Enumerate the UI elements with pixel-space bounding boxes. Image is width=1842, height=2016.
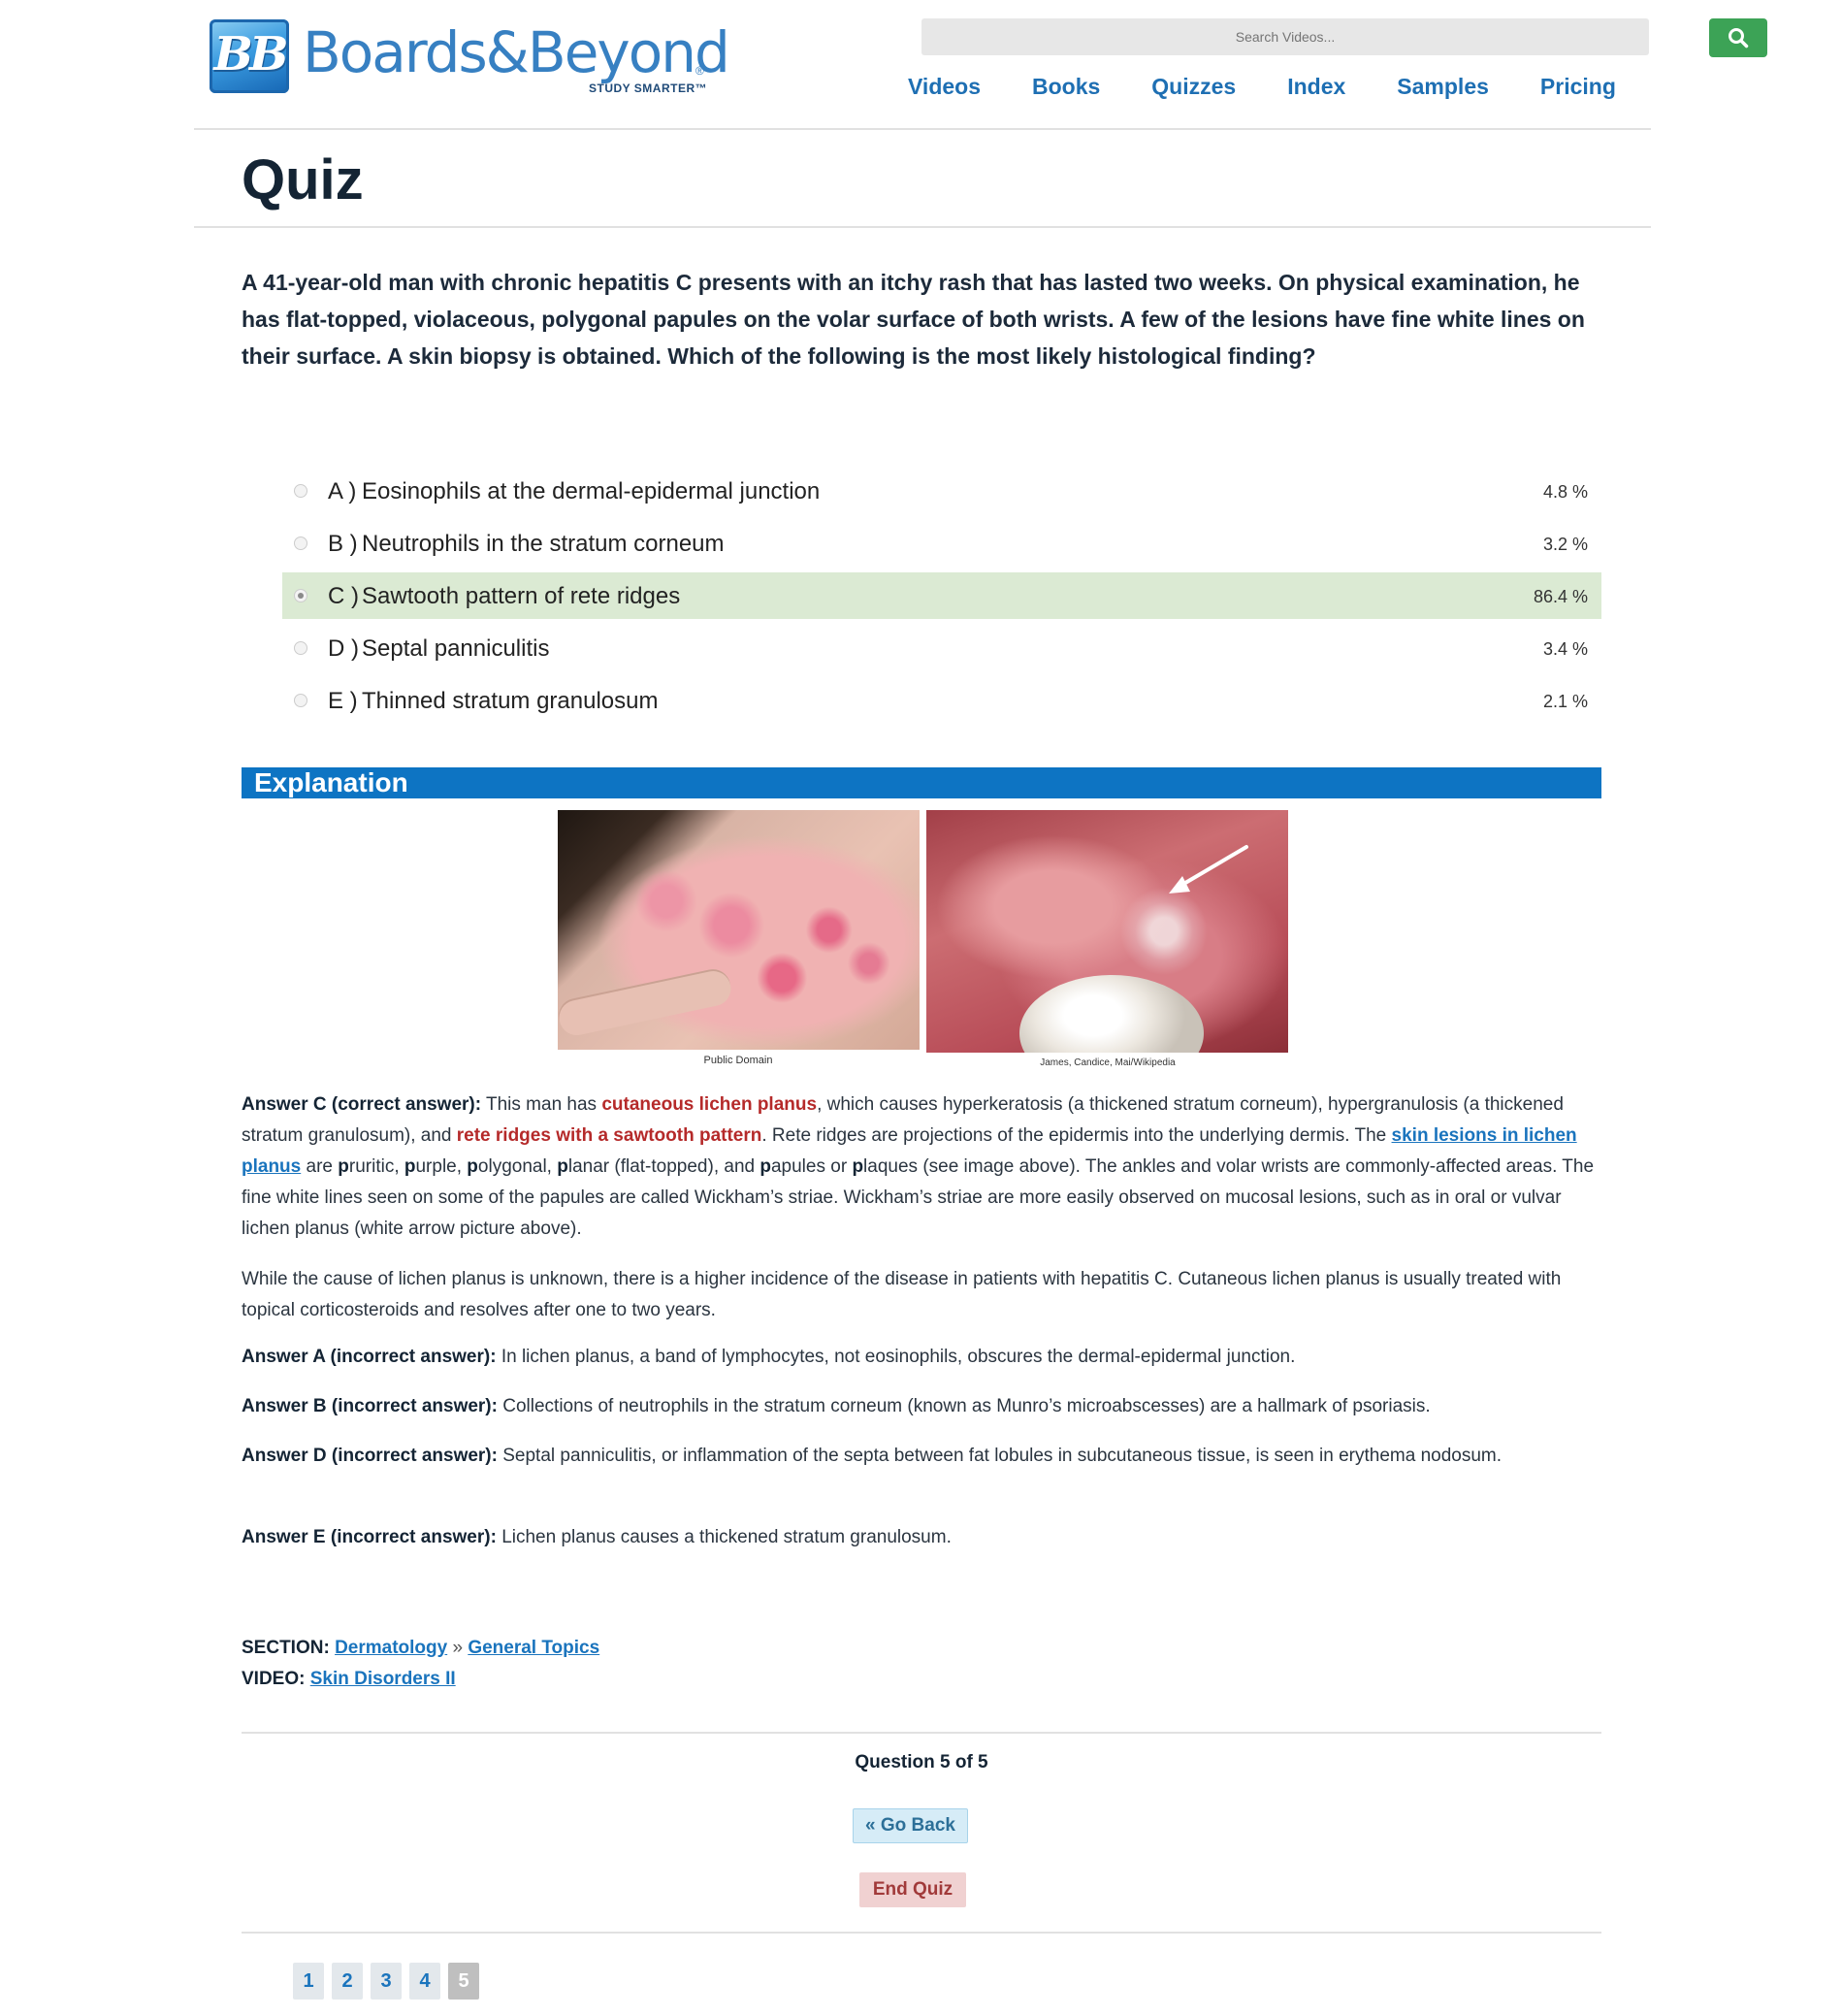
choice-percentage: 3.4 % [1542, 639, 1588, 659]
brand-tagline: STUDY SMARTER™ [589, 81, 708, 95]
choice-text: Thinned stratum granulosum [362, 688, 659, 714]
page-link-1[interactable]: 1 [293, 1963, 324, 2000]
video-link[interactable]: Skin Disorders II [310, 1669, 456, 1689]
nav-videos[interactable]: Videos [908, 74, 981, 100]
page-link-2[interactable]: 2 [332, 1963, 363, 2000]
choice-b-radio[interactable] [294, 537, 307, 550]
choice-a[interactable]: A ) Eosinophils at the dermal-epidermal … [282, 468, 1601, 514]
choice-percentage: 2.1 % [1542, 692, 1588, 711]
answer-label: Answer D (incorrect answer): [242, 1446, 498, 1466]
answer-b-explanation: Answer B (incorrect answer): Collections… [242, 1396, 1431, 1416]
skin-rash-photo [556, 810, 920, 1050]
answer-label: Answer C (correct answer): [242, 1094, 482, 1115]
white-arrow-icon [1169, 845, 1248, 894]
answer-c-explanation: Answer C (correct answer): This man has … [242, 1094, 1595, 1239]
answer-label: Answer B (incorrect answer): [242, 1396, 498, 1416]
choice-text: Neutrophils in the stratum corneum [362, 531, 725, 557]
registered-mark: ® [695, 64, 704, 78]
pager-divider [242, 1932, 1601, 1934]
nav-pricing[interactable]: Pricing [1540, 74, 1616, 100]
image-credit-right: James, Candice, Mai/Wikipedia [1040, 1057, 1176, 1068]
question-pager: 1 2 3 4 5 [293, 1963, 487, 2000]
choice-letter: C ) [328, 583, 359, 609]
title-divider [194, 226, 1651, 228]
choice-letter: B ) [328, 531, 358, 557]
nav-books[interactable]: Books [1032, 74, 1100, 100]
image-credit-left: Public Domain [703, 1055, 773, 1066]
choice-a-radio[interactable] [294, 484, 307, 498]
search-icon [1729, 28, 1749, 49]
footer-divider [242, 1732, 1601, 1734]
explanation-heading: Explanation [254, 767, 408, 797]
choice-b[interactable]: B ) Neutrophils in the stratum corneum 3… [282, 520, 1601, 567]
choice-c[interactable]: C ) Sawtooth pattern of rete ridges 86.4… [282, 572, 1601, 619]
page-link-4[interactable]: 4 [409, 1963, 440, 2000]
highlight-term: cutaneous lichen planus [601, 1094, 818, 1115]
choice-d[interactable]: D ) Septal panniculitis 3.4 % [282, 625, 1601, 671]
quiz-page: BB Boards&Beyond ® STUDY SMARTER™ Videos… [0, 0, 1842, 2016]
oral-lesion-photo [926, 810, 1288, 1053]
video-label: VIDEO: [242, 1669, 306, 1689]
explanation-figure: Public Domain James, Candice, Mai/Wikipe… [556, 809, 1290, 1075]
logo-badge-icon: BB [210, 19, 289, 93]
go-back-button[interactable]: « Go Back [853, 1808, 968, 1843]
question-counter: Question 5 of 5 [855, 1752, 988, 1772]
page-link-5[interactable]: 5 [448, 1963, 479, 2000]
main-nav: Videos Books Quizzes Index Samples Prici… [908, 74, 1616, 100]
choice-text: Sawtooth pattern of rete ridges [362, 583, 681, 609]
search-button[interactable] [1709, 18, 1767, 57]
choice-percentage: 4.8 % [1542, 482, 1588, 502]
explanation-header: Explanation [242, 767, 1601, 798]
nav-quizzes[interactable]: Quizzes [1151, 74, 1236, 100]
choice-letter: A ) [328, 478, 357, 504]
section-breadcrumb: SECTION: Dermatology » General Topics [242, 1638, 600, 1658]
answer-choices: A ) Eosinophils at the dermal-epidermal … [282, 468, 1601, 730]
nav-samples[interactable]: Samples [1397, 74, 1489, 100]
choice-text: Septal panniculitis [362, 635, 550, 662]
nav-index[interactable]: Index [1287, 74, 1345, 100]
choice-e[interactable]: E ) Thinned stratum granulosum 2.1 % [282, 677, 1601, 724]
end-quiz-button[interactable]: End Quiz [859, 1872, 966, 1907]
choice-d-radio[interactable] [294, 641, 307, 655]
answer-e-explanation: Answer E (incorrect answer): Lichen plan… [242, 1527, 952, 1547]
answer-a-explanation: Answer A (incorrect answer): In lichen p… [242, 1347, 1296, 1367]
video-reference: VIDEO: Skin Disorders II [242, 1664, 921, 1695]
section-link-dermatology[interactable]: Dermatology [335, 1638, 447, 1658]
choice-letter: E ) [328, 688, 358, 714]
choice-percentage: 3.2 % [1542, 535, 1588, 554]
logo-wordmark: Boards&Beyond ® STUDY SMARTER™ [303, 17, 730, 95]
section-link-general-topics[interactable]: General Topics [468, 1638, 599, 1658]
answer-d-explanation: Answer D (incorrect answer): Septal pann… [242, 1446, 1503, 1466]
page-title: Quiz [242, 148, 364, 211]
section-label: SECTION: [242, 1638, 330, 1658]
page-link-3[interactable]: 3 [371, 1963, 402, 2000]
search-input[interactable] [921, 18, 1649, 55]
choice-percentage: 86.4 % [1533, 587, 1588, 606]
answer-label: Answer E (incorrect answer): [242, 1527, 497, 1547]
choice-e-radio[interactable] [294, 694, 307, 707]
finger-shape [556, 967, 734, 1039]
choice-text: Eosinophils at the dermal-epidermal junc… [362, 478, 821, 504]
choice-letter: D ) [328, 635, 359, 662]
brand-name: Boards&Beyond [303, 19, 730, 85]
explanation-paragraph: While the cause of lichen planus is unkn… [242, 1269, 1562, 1320]
boards-beyond-logo[interactable]: BB Boards&Beyond ® STUDY SMARTER™ [210, 17, 730, 95]
highlight-term: rete ridges with a sawtooth pattern [456, 1125, 762, 1146]
answer-label: Answer A (incorrect answer): [242, 1347, 497, 1367]
choice-c-radio[interactable] [294, 589, 307, 602]
site-header: BB Boards&Beyond ® STUDY SMARTER™ Videos… [194, 0, 1767, 130]
question-stem: A 41-year-old man with chronic hepatitis… [242, 270, 1585, 369]
